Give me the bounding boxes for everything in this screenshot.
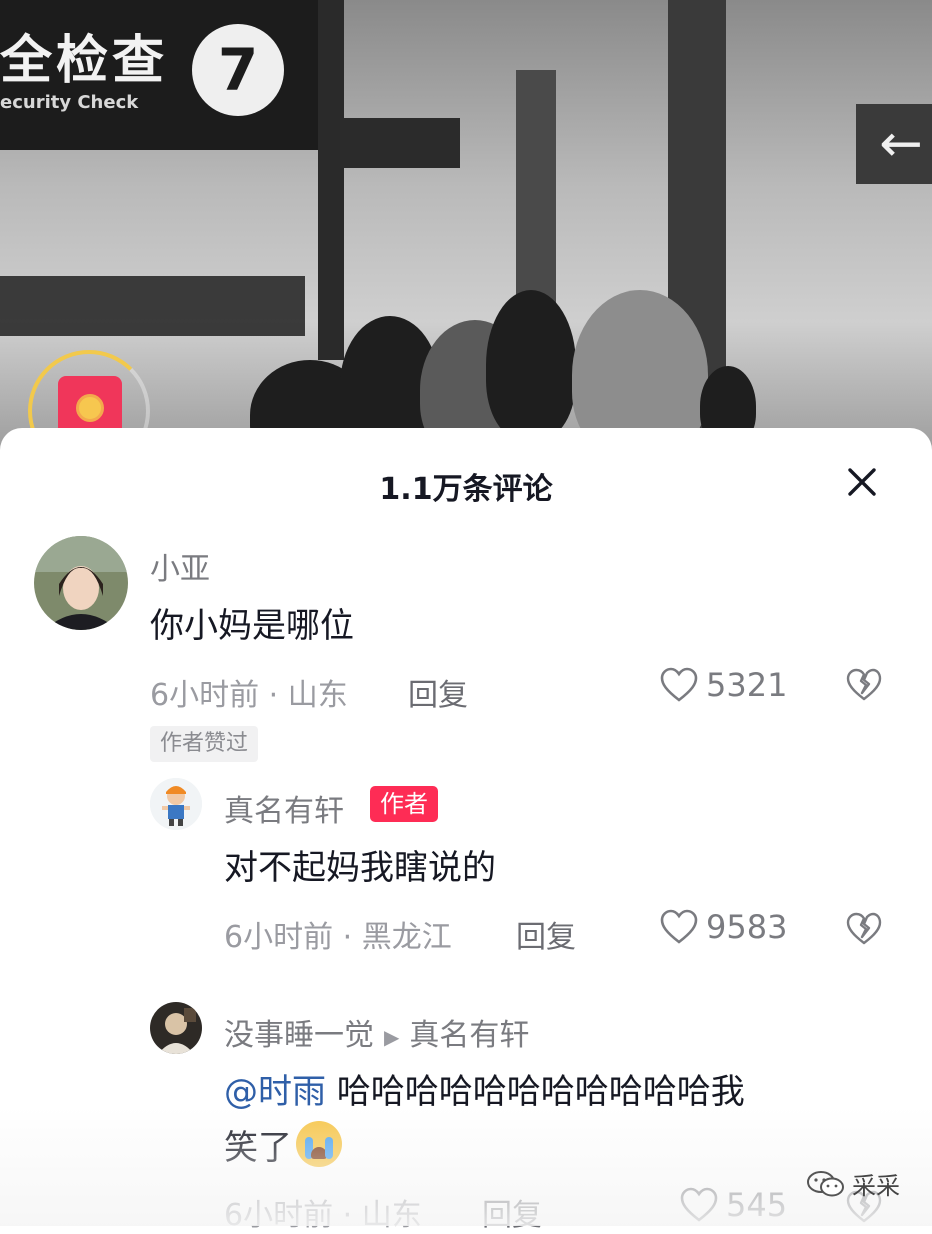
close-button[interactable] — [836, 456, 888, 508]
close-icon — [848, 468, 876, 496]
reply-button[interactable]: 回复 — [408, 670, 468, 714]
lower-sign — [0, 276, 305, 336]
like-count: 5321 — [706, 666, 788, 704]
author-badge: 作者 — [370, 786, 438, 822]
overhead-sign — [340, 118, 460, 168]
reply-time-location: 6小时前 · 山东 — [224, 1198, 422, 1233]
avatar[interactable] — [34, 536, 128, 630]
avatar[interactable] — [150, 1002, 202, 1054]
reply-text: @时雨 哈哈哈哈哈哈哈哈哈哈哈我 — [224, 1064, 745, 1120]
reply-button[interactable]: 回复 — [482, 1190, 542, 1234]
crying-emoji-icon — [296, 1121, 342, 1167]
reply-text-line2: 笑了 — [224, 1128, 292, 1168]
comment-sheet: 1.1万条评论 小亚 你小妈是哪位 6小时前 · 山东 回复 5321 作者赞过 — [0, 428, 932, 1233]
reply-to-arrow-icon: ▶ — [384, 1024, 400, 1049]
pillar — [318, 0, 344, 360]
reply-text: 对不起妈我瞎说的 — [224, 848, 496, 888]
like-button[interactable]: 5321 — [660, 666, 787, 704]
reply-nickname[interactable]: 真名有轩 — [224, 786, 344, 830]
security-check-sign: 全检查 ecurity Check 7 — [0, 0, 320, 150]
wechat-icon — [807, 1170, 844, 1196]
bottom-fade — [0, 1106, 932, 1226]
heart-icon — [660, 909, 698, 944]
comment-count-title: 1.1万条评论 — [379, 472, 553, 507]
like-button[interactable]: 9583 — [660, 908, 787, 946]
person-silhouette — [486, 290, 576, 440]
watermark-text: 采采 — [852, 1172, 900, 1200]
broken-heart-icon[interactable] — [846, 912, 882, 946]
video-background: 全检查 ecurity Check 7 ← — [0, 0, 932, 460]
comment-text: 你小妈是哪位 — [150, 606, 354, 646]
comment-nickname[interactable]: 小亚 — [150, 544, 210, 588]
like-button[interactable]: 545 — [680, 1186, 787, 1224]
reply-author-name[interactable]: 没事睡一觉 — [224, 1018, 374, 1053]
mention-link[interactable]: @时雨 — [224, 1072, 326, 1112]
reply-target-name[interactable]: 真名有轩 — [409, 1018, 529, 1053]
reply-text-line1: 哈哈哈哈哈哈哈哈哈哈哈我 — [326, 1072, 745, 1112]
reply-text-continued: 笑了 — [224, 1120, 342, 1176]
reply-time-location: 6小时前 · 黑龙江 — [224, 920, 452, 955]
coin-icon — [76, 394, 104, 422]
like-count: 9583 — [706, 908, 788, 946]
checkpoint-number: 7 — [192, 24, 284, 116]
reply-button[interactable]: 回复 — [516, 912, 576, 956]
comment-time-location: 6小时前 · 山东 — [150, 678, 348, 713]
watermark: 采采 — [806, 1166, 900, 1201]
broken-heart-icon[interactable] — [846, 668, 882, 702]
author-liked-tag: 作者赞过 — [150, 726, 259, 762]
heart-icon — [660, 667, 698, 702]
avatar[interactable] — [150, 778, 202, 830]
security-check-sign-text: 全检查 — [0, 31, 169, 91]
reply-nickname[interactable]: 没事睡一觉 ▶ 真名有轩 — [224, 1010, 529, 1054]
like-count: 545 — [726, 1186, 788, 1224]
security-check-sign-subtext: ecurity Check — [0, 92, 139, 113]
arrow-left-icon: ← — [856, 104, 932, 184]
heart-icon — [680, 1187, 718, 1222]
